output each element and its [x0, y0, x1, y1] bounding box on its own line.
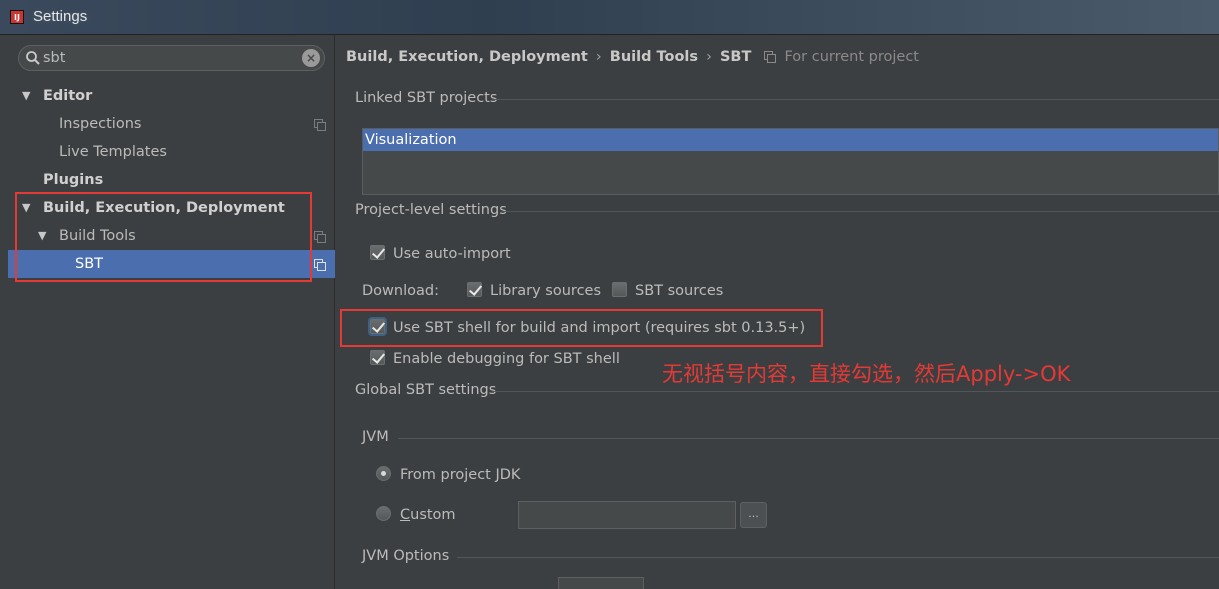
section-title-jvm-options: JVM Options: [362, 548, 450, 564]
search-icon: [26, 51, 40, 65]
tree-item-label: SBT: [75, 256, 104, 272]
radio-label: ustom: [410, 507, 456, 523]
section-title-project-level: Project-level settings: [355, 202, 507, 218]
checkbox-label: Use SBT shell for build and import (requ…: [393, 320, 806, 336]
breadcrumb-separator: ›: [595, 49, 602, 65]
project-scope-icon: [314, 119, 326, 131]
tree-item-label: Build, Execution, Deployment: [43, 200, 285, 216]
section-title-linked-projects: Linked SBT projects: [355, 90, 498, 106]
tree-item-label: Build Tools: [59, 228, 136, 244]
search-input[interactable]: [43, 48, 293, 68]
section-divider: [457, 557, 1219, 558]
linked-projects-list[interactable]: Visualization: [362, 128, 1219, 195]
radio-icon[interactable]: [376, 466, 391, 481]
breadcrumb-item: SBT: [719, 49, 752, 65]
breadcrumb-item: Build Tools: [609, 49, 699, 65]
breadcrumb-scope: For current project: [784, 49, 919, 65]
checkbox-icon[interactable]: [370, 319, 385, 334]
window-title-bar: IJ Settings: [0, 0, 1219, 35]
tree-item-inspections[interactable]: Inspections: [8, 110, 335, 138]
checkbox-icon[interactable]: [467, 282, 482, 297]
radio-icon[interactable]: [376, 506, 391, 521]
from-project-jdk-radio[interactable]: From project JDK: [376, 464, 520, 486]
section-divider: [492, 391, 1219, 392]
library-sources-checkbox[interactable]: Library sources: [467, 280, 601, 302]
custom-jvm-radio[interactable]: Custom: [376, 504, 456, 526]
checkbox-icon[interactable]: [370, 350, 385, 365]
expand-arrow-icon[interactable]: ▼: [22, 82, 30, 110]
tree-item-editor[interactable]: ▼ Editor: [8, 82, 335, 110]
section-divider: [398, 438, 1219, 439]
radio-label-mnemonic: C: [400, 507, 411, 523]
window-title: Settings: [33, 8, 88, 25]
clear-search-icon[interactable]: ×: [302, 49, 320, 67]
breadcrumb-item: Build, Execution, Deployment: [346, 49, 588, 65]
use-auto-import-checkbox[interactable]: Use auto-import: [370, 243, 511, 265]
intellij-app-icon: IJ: [10, 10, 24, 24]
checkbox-label: Use auto-import: [393, 246, 511, 262]
settings-main-panel: Build, Execution, Deployment › Build Too…: [336, 35, 1219, 589]
list-item[interactable]: Visualization: [363, 129, 1218, 151]
tree-item-build-execution-deployment[interactable]: ▼ Build, Execution, Deployment: [8, 194, 335, 222]
expand-arrow-icon[interactable]: ▼: [22, 194, 30, 222]
use-sbt-shell-checkbox[interactable]: Use SBT shell for build and import (requ…: [370, 317, 805, 339]
browse-button[interactable]: ...: [740, 502, 767, 528]
tree-item-label: Plugins: [43, 172, 104, 188]
sbt-sources-checkbox[interactable]: SBT sources: [612, 280, 723, 302]
radio-label: From project JDK: [400, 467, 521, 483]
tree-item-sbt[interactable]: SBT: [8, 250, 335, 278]
project-scope-icon: [314, 259, 326, 271]
breadcrumb-separator: ›: [706, 49, 712, 65]
checkbox-icon[interactable]: [612, 282, 627, 297]
custom-jvm-path-field[interactable]: [518, 501, 736, 529]
checkbox-label: SBT sources: [635, 283, 724, 299]
settings-sidebar: × ▼ Editor Inspections Live Templates Pl…: [8, 35, 335, 589]
tree-item-label: Inspections: [59, 116, 142, 132]
checkbox-icon[interactable]: [370, 245, 385, 260]
section-title-jvm: JVM: [362, 429, 389, 445]
section-title-global: Global SBT settings: [355, 382, 497, 398]
tree-item-label: Editor: [43, 88, 93, 104]
tree-item-label: Live Templates: [59, 144, 167, 160]
section-divider: [492, 99, 1219, 100]
max-heap-size-field[interactable]: [558, 577, 644, 589]
section-divider: [502, 211, 1219, 212]
checkbox-label: Enable debugging for SBT shell: [393, 351, 620, 367]
checkbox-label: Library sources: [490, 283, 602, 299]
download-label: Download:: [362, 283, 439, 299]
project-scope-icon: [764, 51, 777, 63]
search-box[interactable]: ×: [18, 45, 325, 71]
breadcrumb: Build, Execution, Deployment › Build Too…: [346, 49, 919, 65]
enable-debugging-checkbox[interactable]: Enable debugging for SBT shell: [370, 348, 620, 370]
project-scope-icon: [314, 231, 326, 243]
tree-item-plugins[interactable]: Plugins: [8, 166, 335, 194]
tree-item-live-templates[interactable]: Live Templates: [8, 138, 335, 166]
annotation-text: 无视括号内容，直接勾选，然后Apply->OK: [662, 362, 1071, 386]
expand-arrow-icon[interactable]: ▼: [38, 222, 46, 250]
tree-item-build-tools[interactable]: ▼ Build Tools: [8, 222, 335, 250]
